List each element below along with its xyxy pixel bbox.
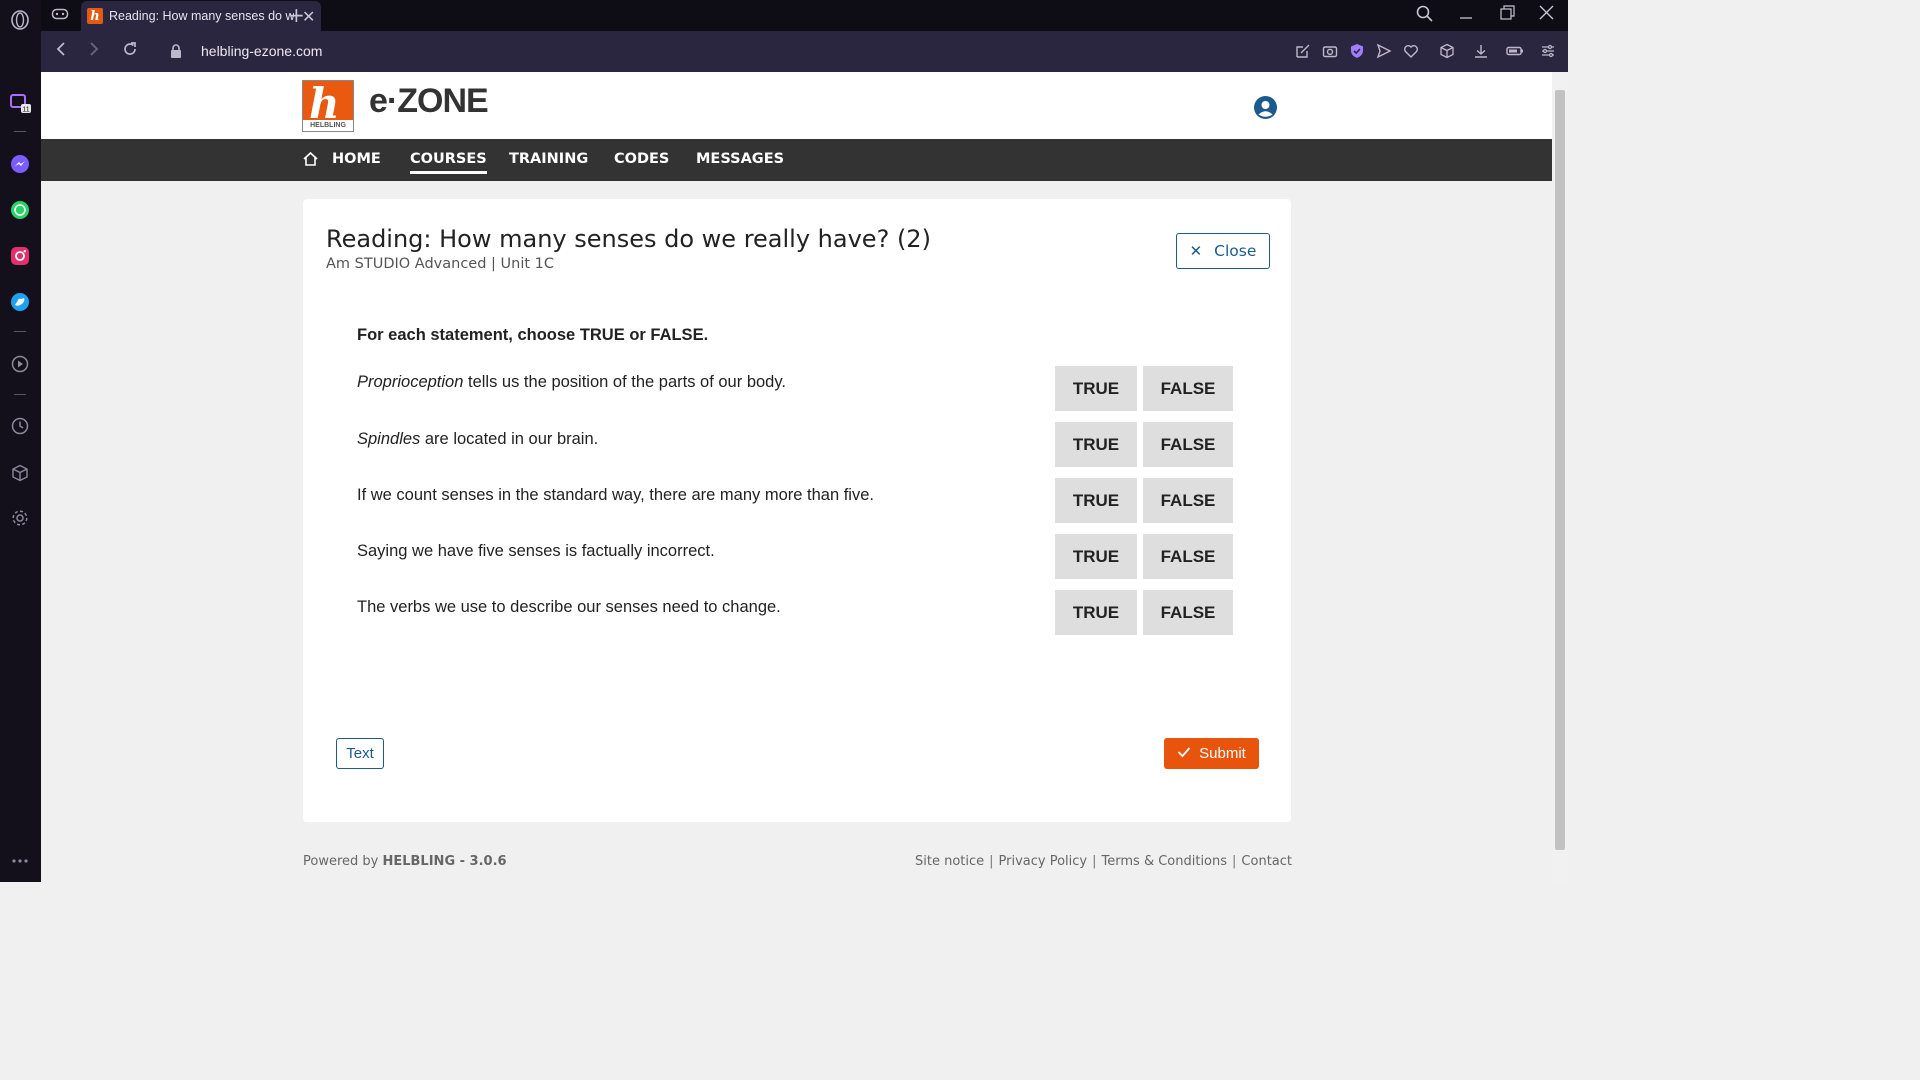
nav-codes[interactable]: CODES bbox=[614, 151, 669, 167]
close-label: Close bbox=[1214, 242, 1257, 260]
true-button-2[interactable]: TRUE bbox=[1055, 422, 1137, 467]
camera-icon[interactable] bbox=[1322, 43, 1338, 59]
submit-button[interactable]: Submit bbox=[1164, 738, 1259, 769]
true-button-3[interactable]: TRUE bbox=[1055, 478, 1137, 523]
statement-text: tells us the position of the parts of ou… bbox=[463, 373, 786, 391]
minimize-icon[interactable] bbox=[1459, 5, 1473, 25]
player-icon[interactable] bbox=[9, 353, 31, 375]
logo-subtext: HELBLING bbox=[303, 120, 353, 131]
instruction-text: For each statement, choose TRUE or FALSE… bbox=[357, 326, 709, 344]
powered-by: Powered by HELBLING - 3.0.6 bbox=[303, 854, 507, 869]
true-button-4[interactable]: TRUE bbox=[1055, 534, 1137, 579]
statement-text: Saying we have five senses is factually … bbox=[357, 542, 715, 560]
statement-text: The verbs we use to describe our senses … bbox=[357, 598, 781, 616]
statement-3: If we count senses in the standard way, … bbox=[357, 486, 874, 505]
false-button-3[interactable]: FALSE bbox=[1143, 478, 1233, 523]
powered-brand: HELBLING - 3.0.6 bbox=[382, 854, 507, 869]
true-button-1[interactable]: TRUE bbox=[1055, 366, 1137, 411]
false-button-4[interactable]: FALSE bbox=[1143, 534, 1233, 579]
address-bar: helbling-ezone.com bbox=[41, 31, 1568, 72]
download-icon[interactable] bbox=[1473, 43, 1489, 59]
easy-setup-icon[interactable] bbox=[1295, 43, 1311, 59]
forward-icon[interactable] bbox=[88, 40, 100, 63]
extensions-cube-icon[interactable] bbox=[1439, 43, 1455, 59]
statement-term: Spindles bbox=[357, 430, 421, 448]
scrollbar-thumb[interactable] bbox=[1555, 90, 1565, 850]
sidebar-divider bbox=[14, 394, 26, 395]
tab-bar: h Reading: How many senses do we really … bbox=[41, 0, 1568, 31]
ezone-brand[interactable]: e·ZONE bbox=[369, 82, 489, 121]
sidebar-divider bbox=[14, 131, 26, 132]
statement-text: If we count senses in the standard way, … bbox=[357, 486, 874, 504]
false-button-1[interactable]: FALSE bbox=[1143, 366, 1233, 411]
history-icon[interactable] bbox=[9, 415, 31, 437]
footer-link-terms[interactable]: Terms & Conditions bbox=[1102, 854, 1228, 869]
reload-icon[interactable] bbox=[121, 40, 139, 63]
restore-icon[interactable] bbox=[1500, 5, 1515, 24]
twitter-icon[interactable] bbox=[9, 291, 31, 313]
exercise-title: Reading: How many senses do we really ha… bbox=[326, 225, 931, 253]
lock-icon[interactable] bbox=[170, 44, 182, 63]
window-close-icon[interactable] bbox=[1539, 5, 1554, 24]
notification-badge: 11 bbox=[22, 107, 29, 114]
exercise-card: Reading: How many senses do we really ha… bbox=[303, 199, 1291, 822]
submit-label: Submit bbox=[1199, 745, 1246, 762]
nav-training[interactable]: TRAINING bbox=[509, 151, 588, 167]
footer-link-contact[interactable]: Contact bbox=[1241, 854, 1292, 869]
checkmark-icon bbox=[1177, 745, 1191, 762]
send-icon[interactable] bbox=[1376, 43, 1392, 59]
web-page: h HELBLING e·ZONE HOME COURSES TRAINING … bbox=[41, 72, 1552, 882]
statement-2: Spindles are located in our brain. bbox=[357, 430, 598, 449]
close-icon: ✕ bbox=[1189, 242, 1203, 260]
easy-menu-icon[interactable] bbox=[1540, 43, 1556, 59]
browser-sidebar: 11 bbox=[0, 0, 42, 882]
back-icon[interactable] bbox=[55, 40, 67, 63]
more-options-icon[interactable] bbox=[9, 850, 31, 872]
nav-home[interactable]: HOME bbox=[332, 151, 381, 167]
true-button-5[interactable]: TRUE bbox=[1055, 590, 1137, 635]
exercise-subtitle: Am STUDIO Advanced | Unit 1C bbox=[326, 256, 554, 272]
twitch-icon[interactable]: 11 bbox=[9, 93, 31, 115]
gamepad-icon[interactable] bbox=[51, 6, 69, 26]
nav-courses[interactable]: COURSES bbox=[410, 151, 487, 174]
false-button-5[interactable]: FALSE bbox=[1143, 590, 1233, 635]
text-button[interactable]: Text bbox=[336, 738, 384, 769]
messenger-icon[interactable] bbox=[9, 153, 31, 175]
browser-tab-active[interactable]: h Reading: How many senses do we really … bbox=[81, 1, 321, 31]
home-icon[interactable] bbox=[302, 151, 319, 171]
false-button-2[interactable]: FALSE bbox=[1143, 422, 1233, 467]
powered-prefix: Powered by bbox=[303, 854, 383, 869]
search-icon[interactable] bbox=[1416, 5, 1433, 26]
statement-4: Saying we have five senses is factually … bbox=[357, 542, 715, 561]
settings-gear-icon[interactable] bbox=[9, 507, 31, 529]
whatsapp-icon[interactable] bbox=[9, 199, 31, 221]
helbling-favicon-icon: h bbox=[87, 8, 103, 24]
vpn-shield-icon[interactable] bbox=[1349, 43, 1365, 59]
opera-logo-icon[interactable] bbox=[9, 9, 31, 31]
user-account-icon[interactable] bbox=[1253, 95, 1278, 124]
extensions-cube-icon[interactable] bbox=[9, 462, 31, 484]
sidebar-divider bbox=[14, 331, 26, 332]
url-text[interactable]: helbling-ezone.com bbox=[201, 43, 322, 59]
statement-term: Proprioception bbox=[357, 373, 464, 391]
footer-links: Site notice | Privacy Policy | Terms & Condi… bbox=[915, 854, 1292, 869]
heart-icon[interactable] bbox=[1403, 43, 1419, 59]
footer-link-privacy[interactable]: Privacy Policy bbox=[999, 854, 1088, 869]
battery-saver-icon[interactable] bbox=[1506, 43, 1523, 59]
instagram-icon[interactable] bbox=[9, 245, 31, 267]
close-button[interactable]: ✕ Close bbox=[1176, 233, 1270, 269]
helbling-logo[interactable]: h HELBLING bbox=[302, 79, 354, 132]
statement-5: The verbs we use to describe our senses … bbox=[357, 598, 781, 617]
footer-link-site-notice[interactable]: Site notice bbox=[915, 854, 984, 869]
tab-title: Reading: How many senses do we really ha… bbox=[109, 9, 294, 23]
statement-1: Proprioception tells us the position of … bbox=[357, 373, 786, 392]
page-scrollbar[interactable] bbox=[1552, 72, 1568, 882]
new-tab-icon[interactable]: + bbox=[288, 3, 305, 27]
site-header: h HELBLING e·ZONE bbox=[41, 72, 1552, 139]
statement-text: are located in our brain. bbox=[420, 430, 599, 448]
main-nav: HOME COURSES TRAINING CODES MESSAGES bbox=[41, 139, 1552, 181]
nav-messages[interactable]: MESSAGES bbox=[696, 151, 784, 167]
